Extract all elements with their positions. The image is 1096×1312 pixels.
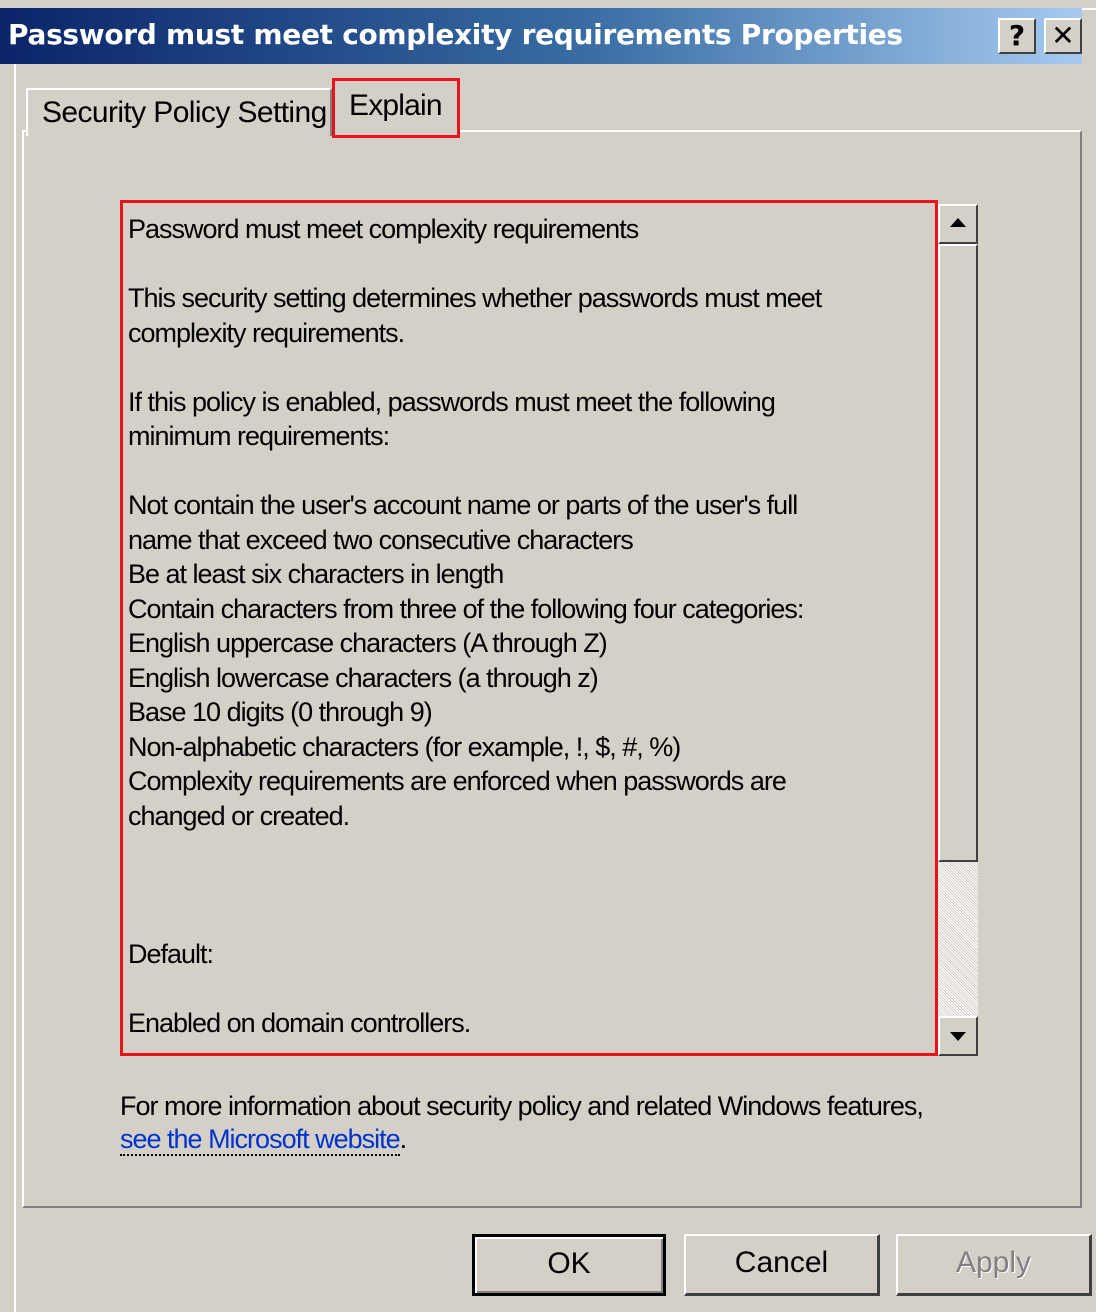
tab-security-policy-setting[interactable]: Security Policy Setting xyxy=(26,88,332,136)
explain-textbox[interactable]: Password must meet complexity requiremen… xyxy=(120,200,982,1062)
close-button[interactable]: ✕ xyxy=(1044,18,1082,54)
title-bar[interactable]: Password must meet complexity requiremen… xyxy=(0,8,1082,64)
microsoft-website-link[interactable]: see the Microsoft website xyxy=(120,1124,401,1156)
scroll-down-button[interactable] xyxy=(938,1016,978,1056)
more-info-text: For more information about security poli… xyxy=(120,1090,960,1156)
scroll-thumb[interactable] xyxy=(938,244,978,862)
help-button[interactable]: ? xyxy=(998,18,1036,54)
more-info-prefix: For more information about security poli… xyxy=(120,1091,924,1121)
ok-button[interactable]: OK xyxy=(472,1234,666,1296)
explain-text: Password must meet complexity requiremen… xyxy=(128,214,822,1038)
more-info-suffix: . xyxy=(399,1124,407,1154)
window-title: Password must meet complexity requiremen… xyxy=(8,18,903,51)
vertical-scrollbar[interactable] xyxy=(938,204,978,1056)
down-arrow-icon xyxy=(950,1032,966,1041)
apply-button[interactable]: Apply xyxy=(896,1234,1092,1296)
cancel-button[interactable]: Cancel xyxy=(684,1234,880,1296)
scroll-up-button[interactable] xyxy=(938,204,978,244)
up-arrow-icon xyxy=(950,218,966,227)
tab-explain[interactable]: Explain xyxy=(332,78,460,138)
